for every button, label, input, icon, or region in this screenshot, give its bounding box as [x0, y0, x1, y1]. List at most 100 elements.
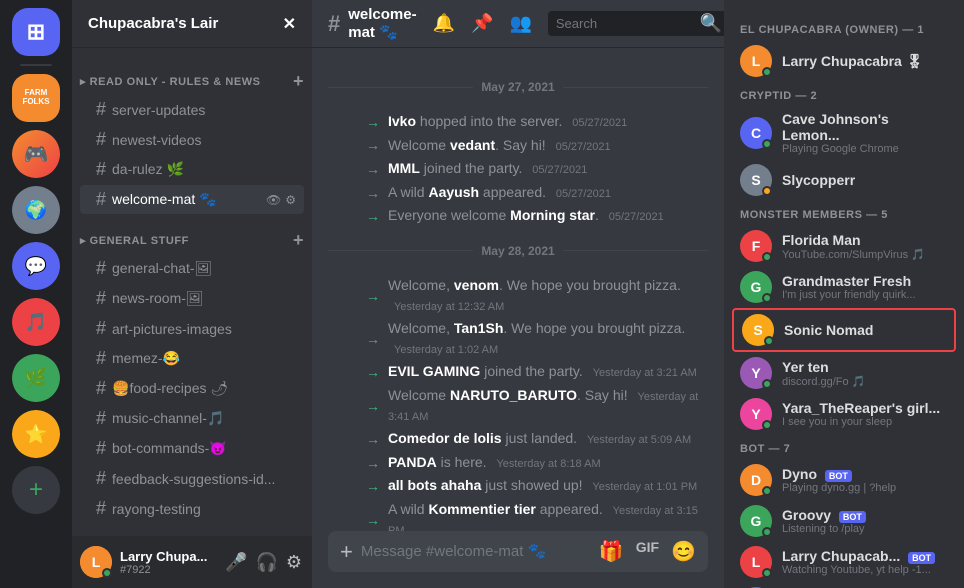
avatar: D: [740, 464, 772, 496]
member-mee6[interactable]: M MEE6 BOT: [732, 583, 956, 588]
main-content: # welcome-mat 🐾 🔔 📌 👥 🔍 📥 ❓ May 27, 2021…: [312, 0, 724, 588]
member-grandmaster-fresh[interactable]: G Grandmaster Fresh I'm just your friend…: [732, 267, 956, 307]
header-icons: 🔔 📌 👥 🔍 📥 ❓: [433, 11, 724, 36]
server-icon-7[interactable]: ⭐: [12, 410, 60, 458]
hash-icon: #: [96, 99, 106, 120]
hash-icon: #: [96, 258, 106, 279]
member-info: Larry Chupacabra 🎖: [782, 53, 948, 70]
online-status-dot: [762, 67, 772, 77]
category-general-stuff[interactable]: ▸ GENERAL STUFF +: [72, 215, 312, 253]
member-info: Sonic Nomad: [784, 322, 946, 338]
system-message: →A wild Aayush appeared. 05/27/2021: [312, 181, 724, 205]
member-category-owner: EL CHUPACABRA (OWNER) — 1: [732, 16, 956, 40]
server-icon-farm-folks[interactable]: FARMFOLKS: [12, 74, 60, 122]
channel-server-updates[interactable]: # server-updates: [80, 95, 304, 124]
settings-icon[interactable]: ⚙: [284, 550, 304, 575]
members-icon[interactable]: 👥: [509, 13, 531, 34]
channel-news-room[interactable]: # news-room-🖼: [80, 284, 304, 313]
add-channel-icon[interactable]: +: [293, 72, 304, 90]
channel-feedback[interactable]: # feedback-suggestions-id...: [80, 464, 304, 493]
system-message: →Ivko hopped into the server. 05/27/2021: [312, 110, 724, 134]
add-attachment-button[interactable]: +: [340, 539, 353, 565]
hash-icon: #: [328, 11, 340, 37]
avatar: G: [740, 505, 772, 537]
online-status-dot: [762, 139, 772, 149]
member-category-monster: MONSTER MEMBERS — 5: [732, 201, 956, 225]
avatar: G: [740, 271, 772, 303]
system-message: →Comedor de lolis just landed. Yesterday…: [312, 427, 724, 451]
server-icon-5[interactable]: 🎵: [12, 298, 60, 346]
channel-memez[interactable]: # memez-😂: [80, 344, 304, 373]
member-larry-bot[interactable]: L Larry Chupacab... BOT Watching Youtube…: [732, 542, 956, 582]
message-input-box: + 🎁 GIF 😊: [328, 531, 708, 572]
add-channel-icon[interactable]: +: [293, 231, 304, 249]
online-status-dot: [102, 568, 112, 578]
search-input[interactable]: [556, 16, 696, 31]
add-server-button[interactable]: +: [12, 466, 60, 514]
avatar: L: [80, 546, 112, 578]
channel-bot-commands[interactable]: # bot-commands-😈: [80, 434, 304, 463]
system-message: →A wild Kommentier tier appeared. Yester…: [312, 498, 724, 531]
member-sonic-nomad[interactable]: S Sonic Nomad: [732, 308, 956, 352]
channel-music[interactable]: # music-channel-🎵: [80, 404, 304, 433]
member-info: Yer ten discord.gg/Fo 🎵: [782, 359, 948, 388]
member-cave-johnson[interactable]: C Cave Johnson's Lemon... Playing Google…: [732, 107, 956, 159]
server-icon-2[interactable]: 🎮: [12, 130, 60, 178]
user-controls: 🎤 🎧 ⚙: [223, 550, 304, 575]
channel-general-chat[interactable]: # general-chat-🖼: [80, 254, 304, 283]
channel-newest-videos[interactable]: # newest-videos: [80, 125, 304, 154]
member-florida-man[interactable]: F Florida Man YouTube.com/SlumpVirus 🎵: [732, 226, 956, 266]
online-status-dot: [762, 568, 772, 578]
avatar: S: [740, 164, 772, 196]
hash-icon: #: [96, 408, 106, 429]
message-input[interactable]: [361, 531, 591, 572]
discord-home-icon[interactable]: ⊞: [12, 8, 60, 56]
member-yara-reaper[interactable]: Y Yara_TheReaper's girl... I see you in …: [732, 394, 956, 434]
category-read-only[interactable]: ▸ READ ONLY - RULES & NEWS +: [72, 56, 312, 94]
system-message: →PANDA is here. Yesterday at 8:18 AM: [312, 451, 724, 475]
online-status-dot: [764, 336, 774, 346]
server-header[interactable]: Chupacabra's Lair ✕: [72, 0, 312, 48]
channel-food-recipes[interactable]: # 🍔food-recipes 🌶: [80, 374, 304, 403]
emoji-icon[interactable]: 😊: [671, 539, 696, 564]
member-dyno[interactable]: D Dyno BOT Playing dyno.gg | ?help: [732, 460, 956, 500]
channel-da-rulez[interactable]: # da-rulez 🌿: [80, 155, 304, 184]
hash-icon: #: [96, 189, 106, 210]
member-info: Florida Man YouTube.com/SlumpVirus 🎵: [782, 232, 948, 261]
online-status-dot: [762, 527, 772, 537]
member-larry-chupacabra[interactable]: L Larry Chupacabra 🎖: [732, 41, 956, 81]
channel-welcome-mat[interactable]: # welcome-mat 🐾 👁 ⚙: [80, 185, 304, 214]
gift-icon[interactable]: 🎁: [599, 539, 624, 564]
date-divider-may28: May 28, 2021: [312, 236, 724, 266]
online-status-dot: [762, 486, 772, 496]
chevron-down-icon: ✕: [283, 14, 296, 34]
category-voice-channels[interactable]: ▸ VOICE CHANNELS 🔥 +: [72, 524, 312, 536]
hash-icon: #: [96, 288, 106, 309]
gif-icon[interactable]: GIF: [636, 539, 659, 564]
microphone-icon[interactable]: 🎤: [223, 550, 249, 575]
members-icon: 👁: [266, 193, 281, 207]
avatar: F: [740, 230, 772, 262]
online-status-dot: [762, 293, 772, 303]
channel-rayong[interactable]: # rayong-testing: [80, 494, 304, 523]
member-info: Slycopperr: [782, 172, 948, 188]
server-icon-3[interactable]: 🌍: [12, 186, 60, 234]
server-icon-4[interactable]: 💬: [12, 242, 60, 290]
server-divider: [20, 64, 52, 66]
headset-icon[interactable]: 🎧: [253, 550, 279, 575]
search-box[interactable]: 🔍: [548, 11, 724, 36]
channel-header: # welcome-mat 🐾 🔔 📌 👥 🔍 📥 ❓: [312, 0, 724, 48]
member-info: Yara_TheReaper's girl... I see you in yo…: [782, 400, 948, 428]
member-yerten[interactable]: Y Yer ten discord.gg/Fo 🎵: [732, 353, 956, 393]
member-groovy[interactable]: G Groovy BOT Listening to /play: [732, 501, 956, 541]
online-status-dot: [762, 379, 772, 389]
bell-icon[interactable]: 🔔: [433, 13, 455, 34]
pin-icon[interactable]: 📌: [471, 13, 493, 34]
hash-icon: #: [96, 378, 106, 399]
member-slycopperr[interactable]: S Slycopperr: [732, 160, 956, 200]
member-info: Grandmaster Fresh I'm just your friendly…: [782, 273, 948, 301]
avatar: L: [740, 45, 772, 77]
user-tag: #7922: [120, 564, 215, 576]
channel-art-pictures[interactable]: # art-pictures-images: [80, 314, 304, 343]
server-icon-6[interactable]: 🌿: [12, 354, 60, 402]
